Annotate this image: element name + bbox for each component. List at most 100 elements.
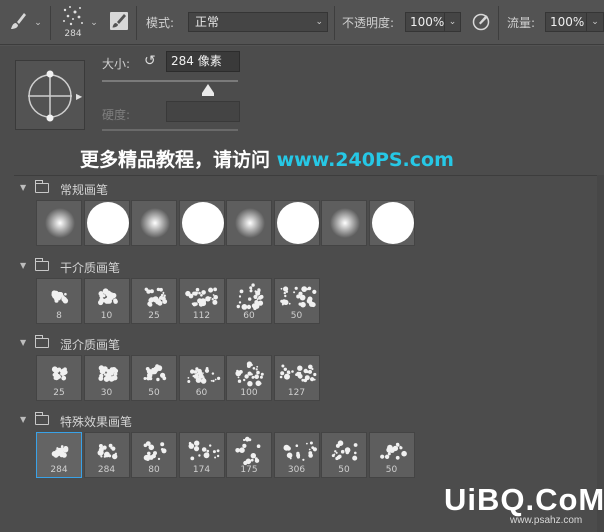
- opacity-input[interactable]: 100%: [405, 12, 445, 32]
- brush-preset-thumbnail[interactable]: 25: [131, 278, 177, 324]
- brush-preset-thumbnail[interactable]: [321, 200, 367, 246]
- preset-group-header[interactable]: ▼ 干介质画笔: [14, 256, 604, 276]
- brush-size-label: 284: [64, 29, 82, 39]
- collapse-triangle-icon[interactable]: ▼: [20, 261, 26, 270]
- preset-group-header[interactable]: ▼ 湿介质画笔: [14, 333, 604, 353]
- hardness-label: 硬度:: [102, 108, 131, 122]
- flow-label: 流量:: [507, 16, 536, 30]
- brush-preset-thumbnail[interactable]: [368, 200, 415, 246]
- brush-size-number: 25: [148, 311, 160, 321]
- splatter-brush-icon: [63, 6, 83, 26]
- brush-preset-thumbnail[interactable]: 60: [178, 355, 225, 401]
- size-label: 大小:: [102, 57, 131, 71]
- brush-preset-thumbnail[interactable]: 50: [368, 432, 415, 478]
- brush-preset-thumbnail[interactable]: 306: [273, 432, 320, 478]
- brush-size-number: 175: [240, 465, 258, 475]
- brush-preset-thumbnail[interactable]: 30: [83, 355, 130, 401]
- brush-tool-icon[interactable]: [9, 12, 27, 32]
- angle-arrow-icon: ▶: [76, 92, 83, 101]
- brush-preset-thumbnail[interactable]: 80: [131, 432, 177, 478]
- brush-picker-chevron-icon[interactable]: ⌄: [89, 18, 99, 28]
- collapse-triangle-icon[interactable]: ▼: [20, 183, 26, 192]
- brush-preset-thumbnail[interactable]: [273, 200, 320, 246]
- options-bar: ⌄ 284 ⌄ 模式: 正常 ⌄ 不透明度: 100% ⌄ 流量: 100% ⌄: [0, 0, 604, 45]
- brush-preset-thumbnail[interactable]: [178, 200, 225, 246]
- folder-icon: [35, 412, 49, 425]
- pressure-opacity-icon[interactable]: [471, 12, 491, 32]
- brush-size-number: 100: [240, 388, 258, 398]
- preset-group-name: 常规画笔: [60, 183, 109, 197]
- brush-size-number: 50: [385, 465, 398, 475]
- preset-group-row: 8 10 25 112 60 50: [14, 277, 604, 325]
- blend-mode-value: 正常: [195, 15, 220, 29]
- brush-settings-toggle-icon[interactable]: [110, 12, 128, 30]
- collapse-triangle-icon[interactable]: ▼: [20, 338, 26, 347]
- watermark-text: UiBQ.CoM: [444, 482, 604, 517]
- hardness-input[interactable]: [166, 101, 240, 122]
- preset-group-name: 特殊效果画笔: [60, 415, 133, 429]
- collapse-triangle-icon[interactable]: ▼: [20, 415, 26, 424]
- brush-angle-preview[interactable]: [15, 60, 85, 130]
- brush-preset-thumbnail[interactable]: 60: [226, 278, 272, 324]
- brush-size-number: 284: [50, 465, 68, 475]
- preset-group-row: [14, 199, 604, 247]
- flow-input[interactable]: 100%: [545, 12, 587, 32]
- brush-preset-thumbnail[interactable]: [36, 200, 82, 246]
- preset-group-header[interactable]: ▼ 常规画笔: [14, 178, 604, 198]
- brush-size-number: 50: [338, 465, 350, 475]
- brush-size-number: 50: [148, 388, 160, 398]
- brush-preset-thumbnail[interactable]: 127: [273, 355, 320, 401]
- brush-preset-thumbnail[interactable]: 174: [178, 432, 225, 478]
- preset-group-header[interactable]: ▼ 特殊效果画笔: [14, 410, 604, 430]
- brush-preset-thumbnail[interactable]: 8: [36, 278, 82, 324]
- opacity-slider-button[interactable]: ⌄: [445, 12, 461, 32]
- brush-preset-thumbnail[interactable]: 284: [36, 432, 82, 478]
- promo-text: 更多精品教程，请访问: [80, 149, 277, 171]
- brush-preset-thumbnail[interactable]: [226, 200, 272, 246]
- opacity-label: 不透明度:: [342, 16, 395, 30]
- brush-size-number: 25: [53, 388, 65, 398]
- brush-preset-picker[interactable]: 284: [60, 4, 86, 40]
- brush-preset-thumbnail[interactable]: 284: [83, 432, 130, 478]
- brush-preset-thumbnail[interactable]: 100: [226, 355, 272, 401]
- brush-size-number: 30: [100, 388, 113, 398]
- promo-banner: 更多精品教程，请访问 www.240PS.com: [80, 148, 454, 172]
- folder-icon: [35, 180, 49, 193]
- flow-slider-button[interactable]: ⌄: [587, 12, 604, 32]
- size-slider-track[interactable]: [102, 80, 238, 82]
- brush-size-number: 50: [290, 311, 303, 321]
- divider: [498, 6, 499, 40]
- brush-size-number: 80: [148, 465, 160, 475]
- preset-group-name: 干介质画笔: [60, 261, 121, 275]
- brush-size-number: 127: [287, 388, 306, 398]
- brush-preset-thumbnail[interactable]: [131, 200, 177, 246]
- brush-preset-thumbnail[interactable]: 50: [131, 355, 177, 401]
- divider: [50, 6, 51, 40]
- brush-preset-thumbnail[interactable]: 25: [36, 355, 82, 401]
- preset-group-row: 284 284 80 174 175 306 50 50: [14, 431, 604, 479]
- brush-size-number: 174: [192, 465, 211, 475]
- brush-size-number: 60: [195, 388, 208, 398]
- preset-list-scrollbar[interactable]: [597, 175, 604, 532]
- brush-size-number: 306: [287, 465, 306, 475]
- mode-label: 模式:: [146, 16, 175, 30]
- brush-size-number: 60: [243, 311, 255, 321]
- reset-size-icon[interactable]: ↺: [144, 53, 160, 69]
- divider: [136, 6, 137, 40]
- watermark-url: www.psahz.com: [510, 515, 583, 526]
- size-input[interactable]: 284 像素: [166, 51, 240, 72]
- size-slider-thumb[interactable]: [202, 84, 215, 96]
- brush-preset-thumbnail[interactable]: 112: [178, 278, 225, 324]
- folder-icon: [35, 335, 49, 348]
- tool-preset-chevron-icon[interactable]: ⌄: [33, 18, 43, 28]
- brush-preset-thumbnail[interactable]: [83, 200, 130, 246]
- promo-url: www.240PS.com: [276, 149, 454, 171]
- brush-preset-thumbnail[interactable]: 175: [226, 432, 272, 478]
- brush-preset-thumbnail[interactable]: 50: [321, 432, 367, 478]
- preset-group-row: 25 30 50 60 100 127: [14, 354, 604, 402]
- hardness-slider-track[interactable]: [102, 129, 238, 131]
- blend-mode-select[interactable]: 正常 ⌄: [188, 12, 328, 32]
- brush-preset-thumbnail[interactable]: 50: [273, 278, 320, 324]
- divider: [334, 6, 335, 40]
- brush-preset-thumbnail[interactable]: 10: [83, 278, 130, 324]
